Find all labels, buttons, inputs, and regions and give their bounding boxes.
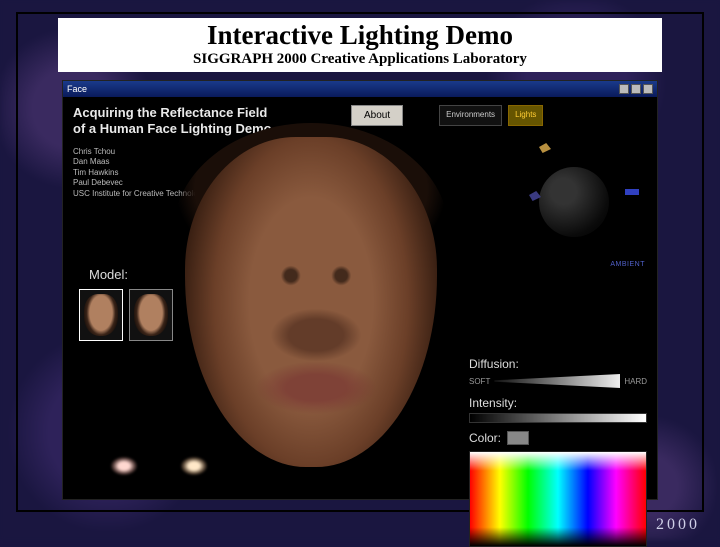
close-button[interactable]	[643, 84, 653, 94]
tab-lights[interactable]: Lights	[508, 105, 543, 126]
diffusion-label: Diffusion:	[469, 357, 647, 371]
slide-title: Interactive Lighting Demo	[58, 18, 662, 51]
light-preview-2[interactable]	[181, 457, 207, 475]
model-label: Model:	[89, 267, 128, 282]
color-label: Color:	[469, 431, 501, 445]
lights-panel: AMBIENT Diffusion: SOFT HARD Intensity: …	[469, 137, 647, 491]
face-render[interactable]	[185, 137, 437, 467]
slide-frame: Interactive Lighting Demo SIGGRAPH 2000 …	[16, 12, 704, 512]
slide-subtitle: SIGGRAPH 2000 Creative Applications Labo…	[58, 51, 662, 72]
model-thumb-1[interactable]	[79, 289, 123, 341]
intensity-label: Intensity:	[469, 396, 647, 410]
tab-bar: About Environments Lights	[351, 105, 543, 126]
tab-environments[interactable]: Environments	[439, 105, 502, 126]
model-thumbnails	[79, 289, 173, 341]
intensity-slider[interactable]	[469, 413, 647, 423]
author: Chris Tchou	[73, 147, 212, 157]
app-body: Acquiring the Reflectance Field of a Hum…	[63, 97, 657, 499]
light-previews	[111, 457, 207, 475]
author: Dan Maas	[73, 157, 212, 167]
minimize-button[interactable]	[619, 84, 629, 94]
footer-year: 2000	[656, 516, 700, 534]
diffusion-hard-label: HARD	[624, 377, 647, 386]
light-preview-1[interactable]	[111, 457, 137, 475]
window-title: Face	[67, 84, 87, 94]
window-controls	[619, 84, 653, 94]
window-titlebar[interactable]: Face	[63, 81, 657, 97]
app-window: Face Acquiring the Reflectance Field of …	[62, 80, 658, 500]
color-swatch[interactable]	[507, 431, 529, 445]
model-thumb-2[interactable]	[129, 289, 173, 341]
light-gizmo-3[interactable]	[625, 189, 639, 195]
tab-about[interactable]: About	[351, 105, 403, 126]
demo-title-line1: Acquiring the Reflectance Field	[73, 105, 343, 121]
maximize-button[interactable]	[631, 84, 641, 94]
color-picker[interactable]	[469, 451, 647, 547]
ambient-label: AMBIENT	[610, 261, 645, 268]
diffusion-soft-label: SOFT	[469, 377, 490, 386]
light-gizmo-1[interactable]	[539, 143, 551, 153]
diffusion-slider[interactable]	[494, 374, 620, 388]
environment-sphere[interactable]	[539, 167, 609, 237]
